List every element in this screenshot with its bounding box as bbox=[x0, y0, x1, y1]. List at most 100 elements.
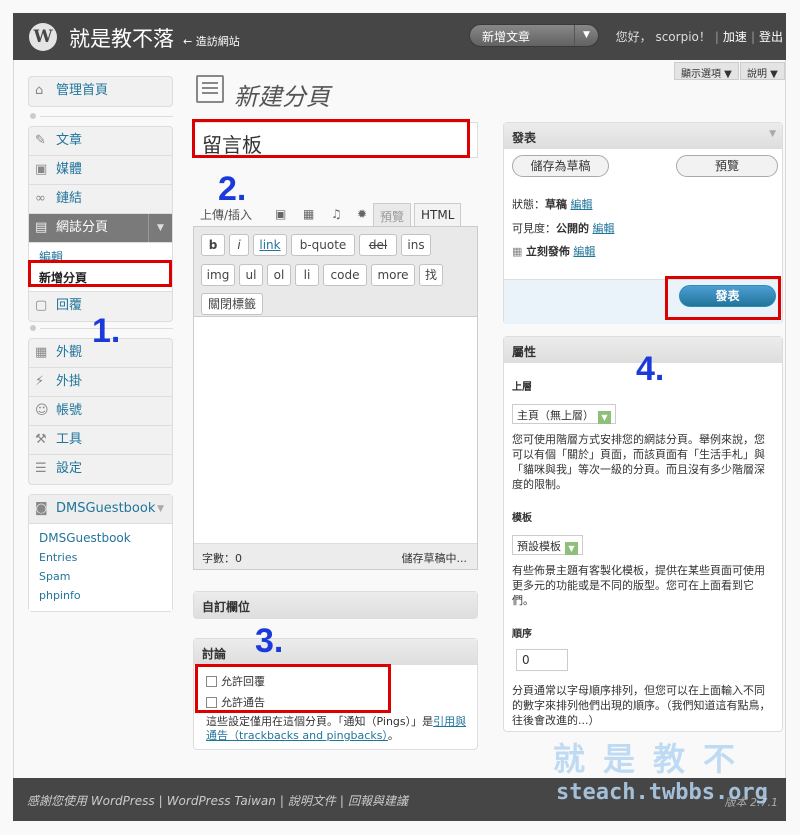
link-button[interactable]: link bbox=[253, 234, 287, 256]
sidebar-item-posts[interactable]: ✎ 文章 bbox=[29, 127, 172, 156]
user-links: 您好， scorpio！ | 加速 | 登出 bbox=[615, 30, 783, 44]
img-button[interactable]: img bbox=[201, 264, 235, 286]
sidebar-group-admin: ▦ 外觀 ⚡ 外掛 ☺ 帳號 ⚒ 工具 ☰ 設定 bbox=[28, 338, 173, 485]
del-button[interactable]: del bbox=[359, 234, 397, 256]
highlight-discussion bbox=[195, 664, 391, 713]
sidebar-item-links[interactable]: ∞ 鏈結 bbox=[29, 185, 172, 214]
edit-visibility-link[interactable]: 編輯 bbox=[593, 222, 615, 235]
footer-thanks-link[interactable]: 感謝您使用 WordPress bbox=[27, 794, 155, 808]
more-button[interactable]: more bbox=[371, 264, 415, 286]
tab-html[interactable]: HTML bbox=[414, 203, 462, 227]
pages-icon: ▤ bbox=[35, 220, 48, 235]
sidebar-item-dashboard[interactable]: ⌂ 管理首頁 bbox=[29, 77, 172, 106]
visit-site-link[interactable]: ← 造訪網站 bbox=[183, 33, 240, 49]
site-title[interactable]: 就是教不落 bbox=[69, 23, 174, 53]
submenu-item[interactable]: Entries bbox=[29, 548, 172, 567]
submenu-item[interactable]: Spam bbox=[29, 567, 172, 586]
appearance-icon: ▦ bbox=[35, 345, 48, 360]
favorite-action-label: 新增文章 bbox=[482, 30, 531, 44]
pin-icon: ✎ bbox=[35, 133, 46, 148]
sidebar-item-media[interactable]: ▣ 媒體 bbox=[29, 156, 172, 185]
parent-select[interactable]: 主頁（無上層） ▼ bbox=[512, 404, 616, 424]
page-icon bbox=[196, 75, 224, 103]
sidebar-item-tools[interactable]: ⚒ 工具 bbox=[29, 426, 172, 455]
template-label: 模板 bbox=[512, 513, 532, 524]
custom-fields-box[interactable]: 自訂欄位 bbox=[193, 591, 478, 619]
discussion-note: 這些設定僅用在這個分頁。「通知（Pings）」是引用與通告（trackbacks… bbox=[206, 715, 467, 742]
ol-button[interactable]: ol bbox=[267, 264, 291, 286]
sidebar-item-dmsguestbook[interactable]: ◙ DMSGuestbook ▼ bbox=[29, 495, 172, 524]
guestbook-icon: ◙ bbox=[35, 501, 48, 516]
favorite-actions-dropdown[interactable]: 新增文章 ▼ bbox=[469, 24, 599, 47]
edit-status-link[interactable]: 編輯 bbox=[571, 198, 593, 211]
submenu-toggle-icon[interactable]: ▼ bbox=[148, 214, 172, 242]
audio-upload-icon[interactable]: ♫ bbox=[331, 207, 342, 221]
settings-icon: ☰ bbox=[35, 461, 47, 476]
annotation-step-1: 1. bbox=[92, 312, 121, 350]
custom-fields-title[interactable]: 自訂欄位 bbox=[194, 592, 477, 618]
help-button[interactable]: 說明 ▼ bbox=[740, 62, 785, 80]
dropdown-arrow-icon[interactable]: ▼ bbox=[574, 25, 598, 46]
footer-wp-taiwan-link[interactable]: WordPress Taiwan bbox=[167, 794, 276, 808]
page-title: 新建分頁 bbox=[234, 83, 330, 111]
submenu-toggle-icon[interactable]: ▼ bbox=[157, 495, 164, 523]
submenu-item[interactable]: phpinfo bbox=[29, 586, 172, 605]
preview-button[interactable]: 預覽 bbox=[676, 155, 778, 177]
dropdown-arrow-icon[interactable]: ▼ bbox=[565, 542, 578, 555]
tab-visual[interactable]: 預覽 bbox=[373, 203, 412, 227]
code-button[interactable]: code bbox=[323, 264, 367, 286]
collapse-icon[interactable]: ▼ bbox=[769, 129, 776, 139]
italic-button[interactable]: i bbox=[229, 234, 249, 256]
sidebar-item-settings[interactable]: ☰ 設定 bbox=[29, 455, 172, 484]
footer-docs-link[interactable]: 說明文件 bbox=[288, 794, 336, 808]
order-input[interactable]: 0 bbox=[516, 649, 568, 671]
admin-header: W 就是教不落 ← 造訪網站 新增文章 ▼ 您好， scorpio！ | 加速 | 登出 bbox=[13, 13, 786, 60]
highlight-title-input bbox=[192, 119, 470, 158]
sidebar-group-dashboard: ⌂ 管理首頁 bbox=[28, 76, 173, 107]
content-editor[interactable]: b i link b-quote del ins img ul ol li co… bbox=[193, 226, 478, 570]
visibility-value: 公開的 bbox=[556, 222, 589, 235]
template-select[interactable]: 預設模板 ▼ bbox=[512, 535, 583, 555]
logout-link[interactable]: 登出 bbox=[759, 30, 783, 44]
media-upload-icon[interactable]: ✹ bbox=[357, 207, 367, 221]
calendar-icon: ▦ bbox=[512, 245, 523, 258]
parent-description: 您可使用階層方式安排您的網誌分頁。舉例來說，您可以有個「關於」頁面，而該頁面有「… bbox=[512, 433, 765, 491]
tools-icon: ⚒ bbox=[35, 432, 47, 447]
wordpress-logo-icon: W bbox=[29, 23, 57, 51]
sidebar-item-users[interactable]: ☺ 帳號 bbox=[29, 397, 172, 426]
status-row: 狀態：草稿 編輯 bbox=[512, 198, 593, 211]
sidebar-item-pages[interactable]: ▤ 網誌分頁 ▼ bbox=[29, 214, 172, 243]
save-draft-button[interactable]: 儲存為草稿 bbox=[512, 155, 609, 177]
visibility-row: 可見度：公開的 編輯 bbox=[512, 222, 615, 235]
attributes-box: 屬性 上層 主頁（無上層） ▼ 您可使用階層方式安排您的網誌分頁。舉例來說，您可以… bbox=[503, 336, 783, 732]
image-upload-icon[interactable]: ▣ bbox=[275, 207, 286, 221]
edit-schedule-link[interactable]: 編輯 bbox=[573, 245, 595, 258]
footer-feedback-link[interactable]: 回報與建議 bbox=[348, 794, 408, 808]
lookup-button[interactable]: 找 bbox=[419, 264, 443, 286]
close-tags-button[interactable]: 關閉標籤 bbox=[201, 293, 263, 315]
blockquote-button[interactable]: b-quote bbox=[291, 234, 355, 256]
highlight-new-page bbox=[28, 260, 172, 287]
sidebar-group-content: ✎ 文章 ▣ 媒體 ∞ 鏈結 ▤ 網誌分頁 ▼ 編輯 新增分頁 ▢ 回覆 bbox=[28, 126, 173, 322]
autosave-status: 儲存草稿中... bbox=[401, 552, 468, 565]
publish-title[interactable]: 發表 ▼ bbox=[504, 123, 782, 149]
li-button[interactable]: li bbox=[295, 264, 319, 286]
sidebar-item-plugins[interactable]: ⚡ 外掛 bbox=[29, 368, 172, 397]
menu-separator bbox=[28, 111, 173, 121]
dmsguestbook-submenu: DMSGuestbook Entries Spam phpinfo bbox=[29, 524, 172, 611]
ins-button[interactable]: ins bbox=[401, 234, 431, 256]
dropdown-arrow-icon[interactable]: ▼ bbox=[598, 411, 611, 424]
bold-button[interactable]: b bbox=[201, 234, 225, 256]
annotation-step-3: 3. bbox=[255, 622, 284, 660]
home-icon: ⌂ bbox=[35, 83, 44, 98]
media-icon: ▣ bbox=[35, 162, 48, 177]
link-icon: ∞ bbox=[35, 191, 46, 206]
ul-button[interactable]: ul bbox=[239, 264, 263, 286]
video-upload-icon[interactable]: ▦ bbox=[303, 207, 314, 221]
quicktags-toolbar: b i link b-quote del ins img ul ol li co… bbox=[194, 227, 477, 317]
add-link[interactable]: 加速 bbox=[723, 30, 747, 44]
order-description: 分頁通常以字母順序排列，但您可以在上面輸入不同的數字來排列他們出現的順序。（我們… bbox=[512, 684, 771, 727]
discussion-title[interactable]: 討論 bbox=[194, 639, 477, 665]
screen-options-button[interactable]: 顯示選項 ▼ bbox=[674, 62, 739, 80]
submenu-item[interactable]: DMSGuestbook bbox=[29, 528, 172, 548]
